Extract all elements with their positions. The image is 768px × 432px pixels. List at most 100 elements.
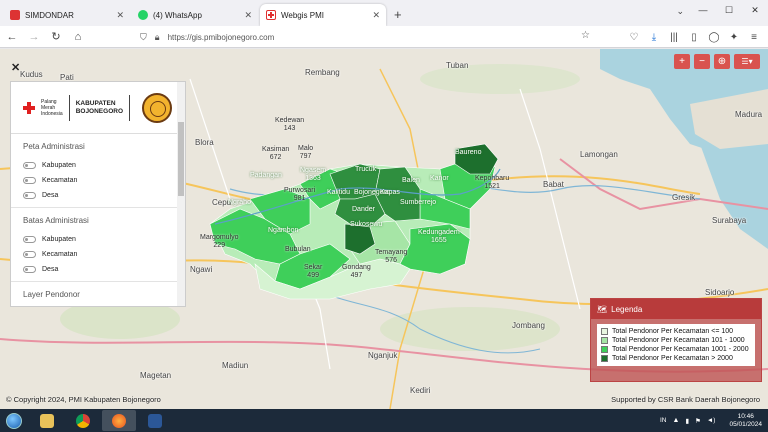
taskbar-word[interactable] xyxy=(138,410,172,431)
legend-panel: 🗺︎ Legenda Total Pendonor Per Kecamatan … xyxy=(590,298,762,382)
map-label-city: Magetan xyxy=(140,371,172,380)
section-layer-pendonor: Layer Pendonor xyxy=(11,282,185,306)
extensions-icon[interactable]: ✦ xyxy=(724,27,744,47)
address-bar[interactable]: ⛉ 🔒︎ https://gis.pmibojonegoro.com ☆ xyxy=(140,28,590,46)
close-tab-icon[interactable]: ✕ xyxy=(116,10,124,21)
zoom-in-button[interactable]: + xyxy=(674,54,690,69)
minimize-button[interactable]: — xyxy=(690,0,716,20)
kecamatan-label: Dander xyxy=(352,206,375,213)
start-button[interactable] xyxy=(0,409,28,432)
toggle-row[interactable]: Desa xyxy=(23,262,173,277)
volume-icon[interactable]: ◄) xyxy=(707,417,716,424)
map-label-city: Gresik xyxy=(672,193,696,202)
taskbar-explorer[interactable] xyxy=(30,410,64,431)
kecamatan-label: Balen xyxy=(402,177,420,184)
map-label-city: Babat xyxy=(543,180,564,189)
close-panel-button[interactable]: ✕ xyxy=(11,61,20,74)
toggle-switch[interactable] xyxy=(23,251,36,258)
section-title: Layer Pendonor xyxy=(23,290,80,299)
sidebar-icon[interactable]: ▯ xyxy=(684,27,704,47)
lock-icon[interactable]: 🔒︎ xyxy=(155,32,160,43)
close-window-button[interactable]: ✕ xyxy=(742,0,768,20)
zoom-out-button[interactable]: − xyxy=(694,54,710,69)
map-label-city: Sidoarjo xyxy=(705,288,735,297)
account-icon[interactable]: ◯ xyxy=(704,27,724,47)
map-icon: 🗺︎ xyxy=(597,304,608,314)
reload-icon[interactable]: ↻ xyxy=(46,27,66,47)
library-icon[interactable]: ||| xyxy=(664,27,684,47)
kecamatan-label: Malo 797 xyxy=(298,145,314,160)
kecamatan-label: Kedewan 143 xyxy=(275,117,305,132)
simdondar-favicon-icon xyxy=(10,10,20,20)
toggle-row[interactable]: Desa xyxy=(23,188,173,203)
bojonegoro-seal-icon xyxy=(142,92,172,123)
language-indicator[interactable]: IN xyxy=(660,417,667,424)
pocket-icon[interactable]: ♡ xyxy=(624,27,644,47)
legend-item: Total Pendonor Per Kecamatan <= 100 xyxy=(601,327,751,336)
copyright-text: © Copyright 2024, PMI Kabupaten Bojonego… xyxy=(6,395,161,404)
forward-icon[interactable]: → xyxy=(24,27,44,47)
toggle-switch[interactable] xyxy=(23,236,36,243)
kecamatan-label: Kanor xyxy=(430,175,449,182)
clock[interactable]: 10:46 05/01/2024 xyxy=(729,413,762,429)
kecamatan-label: Sekar 499 xyxy=(304,264,323,279)
map-label-city: Kediri xyxy=(410,386,431,395)
maximize-button[interactable]: ☐ xyxy=(716,0,742,20)
kecamatan-label: Trucuk xyxy=(355,166,377,173)
toggle-switch[interactable] xyxy=(23,266,36,273)
download-icon[interactable]: ⤓ xyxy=(644,27,664,47)
legend-swatch xyxy=(601,337,608,344)
taskbar-chrome[interactable] xyxy=(66,410,100,431)
flag-icon[interactable]: ⚑ xyxy=(695,417,701,425)
section-peta-administrasi: Peta Administrasi Kabupaten Kecamatan De… xyxy=(11,134,185,208)
kecamatan-label: Kepohbaru 1521 xyxy=(475,175,510,190)
toggle-switch[interactable] xyxy=(23,162,36,169)
panel-scrollbar[interactable] xyxy=(177,82,185,306)
home-icon[interactable]: ⌂ xyxy=(68,27,88,47)
tab-label: Webgis PMI xyxy=(281,10,324,20)
system-tray: IN ▲ ▮ ⚑ ◄) 10:46 05/01/2024 xyxy=(660,409,762,432)
list-tabs-icon[interactable]: ⌄ xyxy=(676,6,684,17)
layers-menu-button[interactable]: ☰▾ xyxy=(734,54,760,69)
whatsapp-favicon-icon xyxy=(138,10,148,20)
url-text[interactable]: https://gis.pmibojonegoro.com xyxy=(168,33,275,42)
map-label-city: Madura xyxy=(735,110,763,119)
legend-header: 🗺︎ Legenda xyxy=(591,299,761,319)
section-title: Batas Administrasi xyxy=(23,216,89,225)
toggle-row[interactable]: Kecamatan xyxy=(23,247,173,262)
toggle-switch[interactable] xyxy=(23,177,36,184)
legend-item: Total Pendonor Per Kecamatan > 2000 xyxy=(601,354,751,363)
kecamatan-label: Ngraho xyxy=(228,199,251,206)
section-batas-administrasi: Batas Administrasi Kabupaten Kecamatan D… xyxy=(11,208,185,282)
show-hidden-icons-icon[interactable]: ▲ xyxy=(673,417,680,424)
toggle-row[interactable]: Kabupaten xyxy=(23,158,173,173)
close-tab-icon[interactable]: ✕ xyxy=(244,10,252,21)
kecamatan-label: Purwosari 981 xyxy=(284,187,316,202)
back-icon[interactable]: ← xyxy=(2,27,22,47)
legend-body: Total Pendonor Per Kecamatan <= 100 Tota… xyxy=(597,324,755,366)
kecamatan-label: Gondang 497 xyxy=(342,264,371,279)
toggle-switch[interactable] xyxy=(23,192,36,199)
locate-icon[interactable]: ⊕ xyxy=(714,54,730,69)
new-tab-button[interactable]: + xyxy=(394,4,402,26)
bookmark-star-icon[interactable]: ☆ xyxy=(581,30,590,41)
map-label-city: Surabaya xyxy=(712,216,747,225)
scrollbar-thumb[interactable] xyxy=(178,122,184,196)
network-icon[interactable]: ▮ xyxy=(685,417,689,425)
kecamatan-label: Temayang 576 xyxy=(375,249,408,264)
taskbar-firefox[interactable] xyxy=(102,410,136,431)
kecamatan-label: Kapas xyxy=(380,189,400,196)
tab-simdondar[interactable]: SIMDONDAR ✕ xyxy=(4,4,130,26)
tab-label: SIMDONDAR xyxy=(25,10,74,20)
tab-whatsapp[interactable]: (4) WhatsApp ✕ xyxy=(132,4,258,26)
shield-icon[interactable]: ⛉ xyxy=(140,32,147,43)
legend-swatch xyxy=(601,328,608,335)
tab-webgis-pmi[interactable]: Webgis PMI ✕ xyxy=(260,4,386,26)
menu-icon[interactable]: ≡ xyxy=(744,27,764,47)
close-tab-icon[interactable]: ✕ xyxy=(372,10,380,21)
toggle-row[interactable]: Kecamatan xyxy=(23,173,173,188)
toggle-row[interactable]: Kabupaten xyxy=(23,232,173,247)
map-label-city: Rembang xyxy=(305,68,340,77)
map-label-city: Madiun xyxy=(222,361,249,370)
taskbar: IN ▲ ▮ ⚑ ◄) 10:46 05/01/2024 xyxy=(0,409,768,432)
